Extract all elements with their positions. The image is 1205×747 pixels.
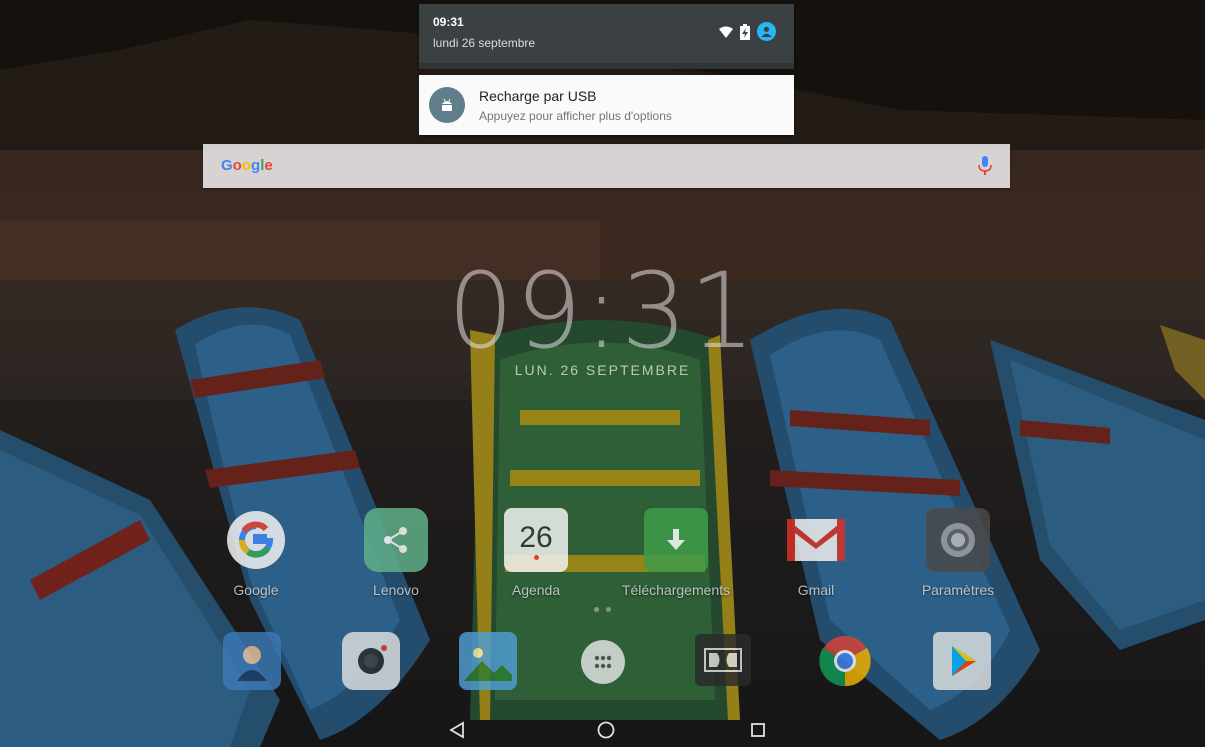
page-dot <box>594 607 599 612</box>
app-label: Paramètres <box>921 582 995 598</box>
gallery-icon[interactable] <box>459 632 517 690</box>
app-google[interactable]: Google <box>191 508 321 598</box>
google-logo-letter: e <box>264 157 273 174</box>
download-icon <box>644 508 708 572</box>
chrome-icon[interactable] <box>816 632 874 690</box>
app-drawer-icon[interactable] <box>581 640 625 684</box>
google-logo-letter: G <box>221 157 233 174</box>
clock-widget-date: LUN. 26 SEPTEMBRE <box>514 362 691 378</box>
quick-settings-divider <box>419 63 794 69</box>
notification-text: Appuyez pour afficher plus d'options <box>479 109 672 123</box>
app-parametres[interactable]: Paramètres <box>893 508 1023 598</box>
notification-title: Recharge par USB <box>479 88 597 104</box>
clock-widget-time[interactable]: 09:31 <box>0 250 1205 372</box>
back-icon[interactable] <box>445 718 469 742</box>
page-dot <box>606 607 611 612</box>
contacts-icon[interactable] <box>223 632 281 690</box>
app-label: Gmail <box>797 582 835 598</box>
app-telechargements[interactable]: Téléchargements <box>611 508 741 598</box>
gmail-icon <box>784 508 848 572</box>
dolby-icon[interactable] <box>695 634 751 686</box>
google-logo-letter: o <box>232 157 242 174</box>
user-account-icon[interactable] <box>757 22 776 41</box>
microphone-icon[interactable] <box>978 156 992 176</box>
recents-icon[interactable] <box>746 718 770 742</box>
app-label: Téléchargements <box>621 582 731 598</box>
google-logo-letter: g <box>251 157 261 174</box>
status-date: lundi 26 septembre <box>433 36 536 50</box>
calendar-icon: 26 <box>504 508 568 572</box>
battery-charging-icon <box>740 23 750 40</box>
app-agenda[interactable]: 26 Agenda <box>471 508 601 598</box>
calendar-dot <box>533 554 539 560</box>
share-icon <box>364 508 428 572</box>
app-label: Lenovo <box>373 582 419 598</box>
app-lenovo[interactable]: Lenovo <box>331 508 461 598</box>
camera-icon[interactable] <box>342 632 400 690</box>
status-time: 09:31 <box>433 15 464 29</box>
wifi-icon <box>719 26 733 38</box>
google-search-bar[interactable]: Google <box>203 144 1010 188</box>
settings-icon <box>926 508 990 572</box>
google-logo: Google <box>221 144 301 188</box>
android-icon <box>429 87 465 123</box>
google-icon <box>224 508 288 572</box>
usb-charging-notification[interactable]: Recharge par USB Appuyez pour afficher p… <box>419 75 794 135</box>
quick-settings-header[interactable]: 09:31 lundi 26 septembre <box>419 4 794 67</box>
calendar-day: 26 <box>519 520 553 554</box>
home-icon[interactable] <box>594 718 618 742</box>
page-indicator <box>594 607 611 612</box>
app-label: Agenda <box>511 582 561 598</box>
google-logo-letter: o <box>241 157 252 174</box>
navigation-bar <box>0 713 1205 747</box>
app-label: Google <box>233 582 279 598</box>
play-store-icon[interactable] <box>933 632 991 690</box>
app-gmail[interactable]: Gmail <box>751 508 881 598</box>
